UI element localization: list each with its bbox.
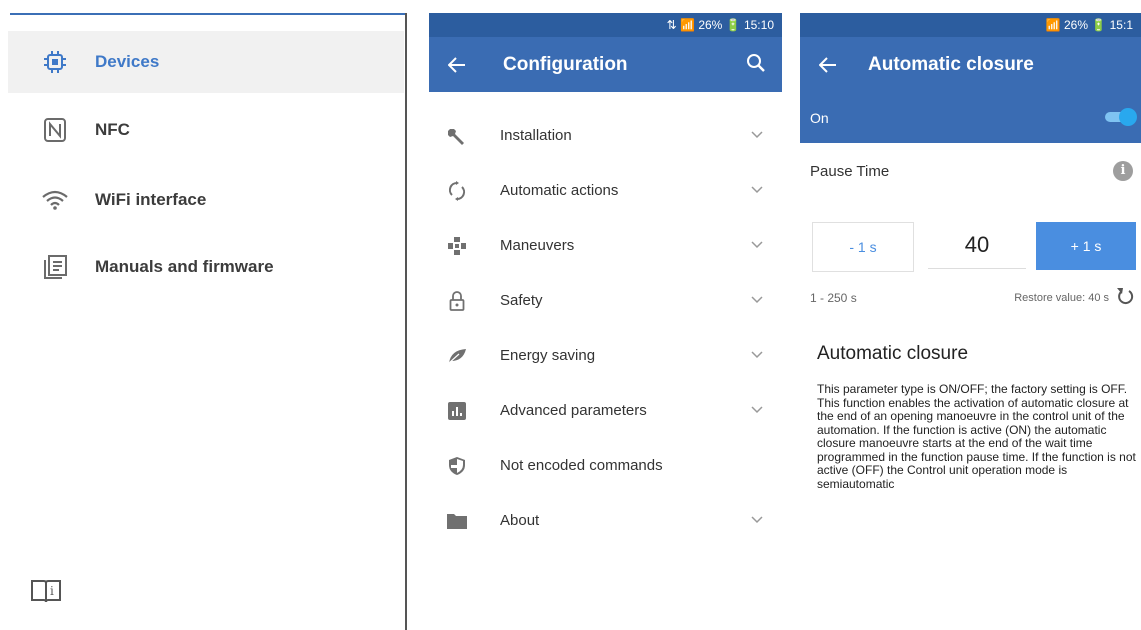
chevron-down-icon — [750, 293, 764, 307]
folder-icon — [446, 510, 468, 532]
back-arrow-icon[interactable] — [816, 53, 840, 77]
chevron-down-icon — [750, 513, 764, 527]
config-item-maneuvers[interactable]: Maneuvers — [429, 218, 782, 273]
config-item-label: Automatic actions — [500, 182, 619, 199]
back-arrow-icon[interactable] — [445, 53, 469, 77]
info-icon[interactable]: i — [1113, 161, 1133, 181]
drawer-item-nfc[interactable]: NFC — [8, 99, 404, 161]
config-item-label: Maneuvers — [500, 237, 575, 254]
config-item-advanced-parameters[interactable]: Advanced parameters — [429, 383, 782, 438]
panel-divider — [405, 13, 407, 630]
status-bar: 📶 26% 🔋 15:1 — [800, 13, 1141, 37]
page-title: Configuration — [503, 53, 628, 75]
automatic-closure-screen: 📶 26% 🔋 15:1 Automatic closure On Pause … — [800, 13, 1141, 630]
config-item-label: Installation — [500, 127, 572, 144]
drawer-top-border — [10, 13, 406, 15]
drawer-item-manuals[interactable]: Manuals and firmware — [8, 236, 404, 298]
drawer-item-devices[interactable]: Devices — [8, 31, 404, 93]
config-item-label: Energy saving — [500, 347, 596, 364]
nfc-icon — [40, 115, 70, 145]
search-icon[interactable] — [746, 53, 768, 75]
drawer-item-label: Devices — [95, 52, 160, 71]
enable-toggle[interactable] — [1105, 108, 1137, 126]
configuration-screen: ⇅ 📶 26% 🔋 15:10 Configuration Installati… — [429, 13, 782, 630]
shield-icon — [446, 455, 468, 477]
help-book-icon[interactable]: i — [30, 578, 62, 606]
decrement-button[interactable]: - 1 s — [812, 222, 914, 272]
chevron-down-icon — [750, 183, 764, 197]
chevron-down-icon — [750, 238, 764, 252]
chevron-down-icon — [750, 128, 764, 142]
drawer-item-label: NFC — [95, 120, 130, 139]
sync-icon — [446, 180, 468, 202]
config-item-installation[interactable]: Installation — [429, 108, 782, 163]
chevron-down-icon — [750, 348, 764, 362]
range-hint: 1 - 250 s — [810, 291, 857, 305]
restore-icon[interactable] — [1115, 286, 1135, 306]
enable-toggle-row[interactable]: On — [800, 92, 1141, 143]
page-title: Automatic closure — [868, 53, 1034, 75]
toggle-knob — [1119, 108, 1137, 126]
config-item-label: Safety — [500, 292, 543, 309]
config-item-not-encoded-commands[interactable]: Not encoded commands — [429, 438, 782, 493]
drawer-item-label: Manuals and firmware — [95, 257, 274, 276]
pause-time-label: Pause Time — [810, 163, 890, 180]
config-item-about[interactable]: About — [429, 493, 782, 548]
leaf-icon — [446, 345, 468, 367]
status-bar: ⇅ 📶 26% 🔋 15:10 — [429, 13, 782, 37]
drawer-item-label: WiFi interface — [95, 190, 207, 209]
config-item-label: Not encoded commands — [500, 457, 663, 474]
pause-time-header: Pause Time i — [800, 159, 1141, 187]
maneuvers-icon — [446, 235, 468, 257]
app-bar: Automatic closure — [800, 37, 1141, 92]
app-bar: Configuration — [429, 37, 782, 92]
chip-icon — [40, 47, 70, 77]
svg-text:i: i — [50, 584, 54, 598]
config-item-safety[interactable]: Safety — [429, 273, 782, 328]
section-title: Automatic closure — [817, 343, 969, 364]
navigation-drawer: Devices NFC WiFi interface Manuals and f… — [0, 0, 407, 630]
wrench-icon — [446, 125, 468, 147]
padlock-icon — [446, 290, 468, 312]
restore-value-label: Restore value: 40 s — [1014, 292, 1109, 304]
config-item-automatic-actions[interactable]: Automatic actions — [429, 163, 782, 218]
config-item-energy-saving[interactable]: Energy saving — [429, 328, 782, 383]
manuals-icon — [40, 252, 70, 282]
description-text: This parameter type is ON/OFF; the facto… — [817, 382, 1136, 491]
pause-time-input[interactable]: 40 — [928, 222, 1026, 269]
drawer-item-wifi[interactable]: WiFi interface — [8, 169, 404, 231]
increment-button[interactable]: + 1 s — [1036, 222, 1136, 270]
bar-chart-icon — [446, 400, 468, 422]
config-item-label: About — [500, 512, 540, 529]
chevron-down-icon — [750, 403, 764, 417]
toggle-label: On — [810, 109, 829, 126]
wifi-icon — [40, 185, 70, 215]
config-item-label: Advanced parameters — [500, 402, 647, 419]
